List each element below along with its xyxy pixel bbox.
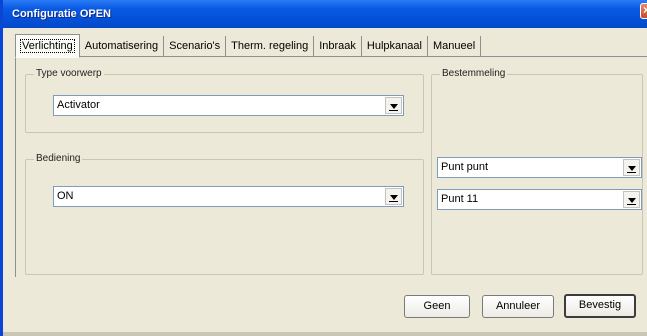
title-bar[interactable]: Configuratie OPEN <box>3 0 647 28</box>
group-label-bestemmeling: Bestemmeling <box>440 68 508 79</box>
bestemmeling-select-1[interactable]: Punt punt <box>437 157 642 178</box>
geen-button[interactable]: Geen <box>404 295 470 318</box>
bestemmeling-value-1: Punt punt <box>441 161 489 173</box>
window-bottom-edge <box>3 332 647 336</box>
bediening-select[interactable]: ON <box>53 186 404 207</box>
type-voorwerp-value: Activator <box>57 99 100 111</box>
tab-verlichting[interactable]: Verlichting <box>15 34 80 58</box>
annuleer-button[interactable]: Annuleer <box>482 295 554 318</box>
chevron-down-icon[interactable] <box>385 97 402 114</box>
window-title: Configuratie OPEN <box>12 8 112 20</box>
bestemmeling-value-2: Punt 11 <box>441 193 479 205</box>
group-bestemmeling: Bestemmeling Punt punt Punt 11 <box>431 68 643 275</box>
group-bediening: Bediening ON <box>25 153 424 275</box>
close-icon[interactable] <box>640 3 647 19</box>
chevron-down-icon[interactable] <box>385 188 402 205</box>
tab-therm-regeling[interactable]: Therm. regeling <box>226 36 315 56</box>
tab-manueel[interactable]: Manueel <box>427 36 482 56</box>
bevestig-button[interactable]: Bevestig <box>564 294 636 318</box>
chevron-down-icon[interactable] <box>623 191 640 208</box>
bestemmeling-select-2[interactable]: Punt 11 <box>437 189 642 210</box>
chevron-down-icon[interactable] <box>623 159 640 176</box>
group-type-voorwerp: Type voorwerp Activator <box>25 68 424 133</box>
tab-panel: Type voorwerp Activator Bediening ON Bes… <box>15 56 647 277</box>
tab-hulpkanaal[interactable]: Hulpkanaal <box>361 36 428 56</box>
tab-automatisering[interactable]: Automatisering <box>79 36 165 56</box>
bediening-value: ON <box>57 190 74 202</box>
config-window: Configuratie OPEN Verlichting Automatise… <box>0 0 647 336</box>
tab-scenarios[interactable]: Scenario's <box>164 36 227 56</box>
group-label-bediening: Bediening <box>34 153 83 164</box>
tab-inbraak[interactable]: Inbraak <box>314 36 362 56</box>
type-voorwerp-select[interactable]: Activator <box>53 95 404 116</box>
group-label-type-voorwerp: Type voorwerp <box>34 68 104 79</box>
tab-strip: Verlichting Automatisering Scenario's Th… <box>15 34 482 58</box>
